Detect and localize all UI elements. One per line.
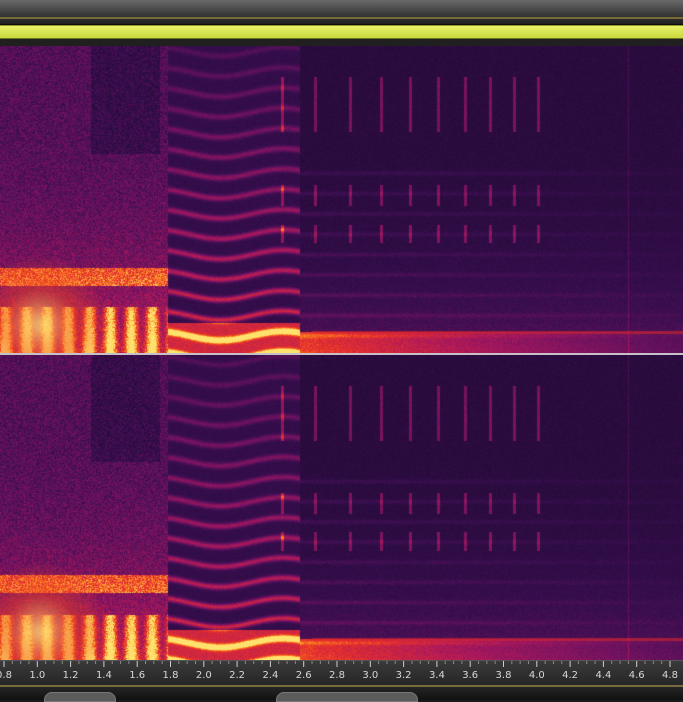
time-ruler[interactable]: 0.8 1.0 1.2 1.4 1.6 1.8 2.0 2.2 2.4 2.6 2.8 3.0 3.2 3… (0, 660, 683, 685)
ruler-tick-label: 1.0 (29, 670, 45, 681)
ruler-tick-label: 4.2 (562, 670, 578, 681)
horizontal-scroll-bar[interactable] (0, 684, 683, 702)
title-bar (0, 0, 683, 25)
ruler-tick-label: 2.2 (229, 670, 245, 681)
time-selection-bar[interactable] (0, 25, 683, 40)
time-ruler-ticks: 0.8 1.0 1.2 1.4 1.6 1.8 2.0 2.2 2.4 2.6 2.8 3.0 3.2 3… (0, 661, 678, 681)
ruler-tick-label: 1.2 (63, 670, 79, 681)
ruler-tick-label: 3.0 (362, 670, 378, 681)
ruler-tick-label: 2.6 (296, 670, 312, 681)
ruler-tick-label: 4.4 (595, 670, 611, 681)
ruler-tick-label: 2.8 (329, 670, 345, 681)
scroll-thumb-main[interactable] (276, 692, 418, 702)
ruler-tick-label: 3.6 (462, 670, 478, 681)
ruler-tick-label: 3.8 (496, 670, 512, 681)
ruler-tick-label: 4.6 (629, 670, 645, 681)
spectrogram-canvas-left (0, 46, 683, 353)
ruler-tick-label: 1.4 (96, 670, 112, 681)
ruler-tick-label: 1.8 (163, 670, 179, 681)
ruler-tick-label: 3.2 (396, 670, 412, 681)
ruler-tick-label: 4.0 (529, 670, 545, 681)
spectrogram-left-channel[interactable] (0, 46, 683, 353)
track-header-strip (0, 39, 683, 46)
scroll-thumb-left[interactable] (44, 692, 116, 702)
ruler-tick-label: 3.4 (429, 670, 445, 681)
ruler-tick-label: 1.6 (129, 670, 145, 681)
ruler-tick-label: 4.8 (662, 670, 678, 681)
spectrogram-right-channel[interactable] (0, 355, 683, 660)
ruler-tick-label: 2.4 (262, 670, 278, 681)
ruler-tick-label: 0.8 (0, 670, 12, 681)
ruler-tick-label: 2.0 (196, 670, 212, 681)
spectrogram-canvas-right (0, 355, 683, 660)
